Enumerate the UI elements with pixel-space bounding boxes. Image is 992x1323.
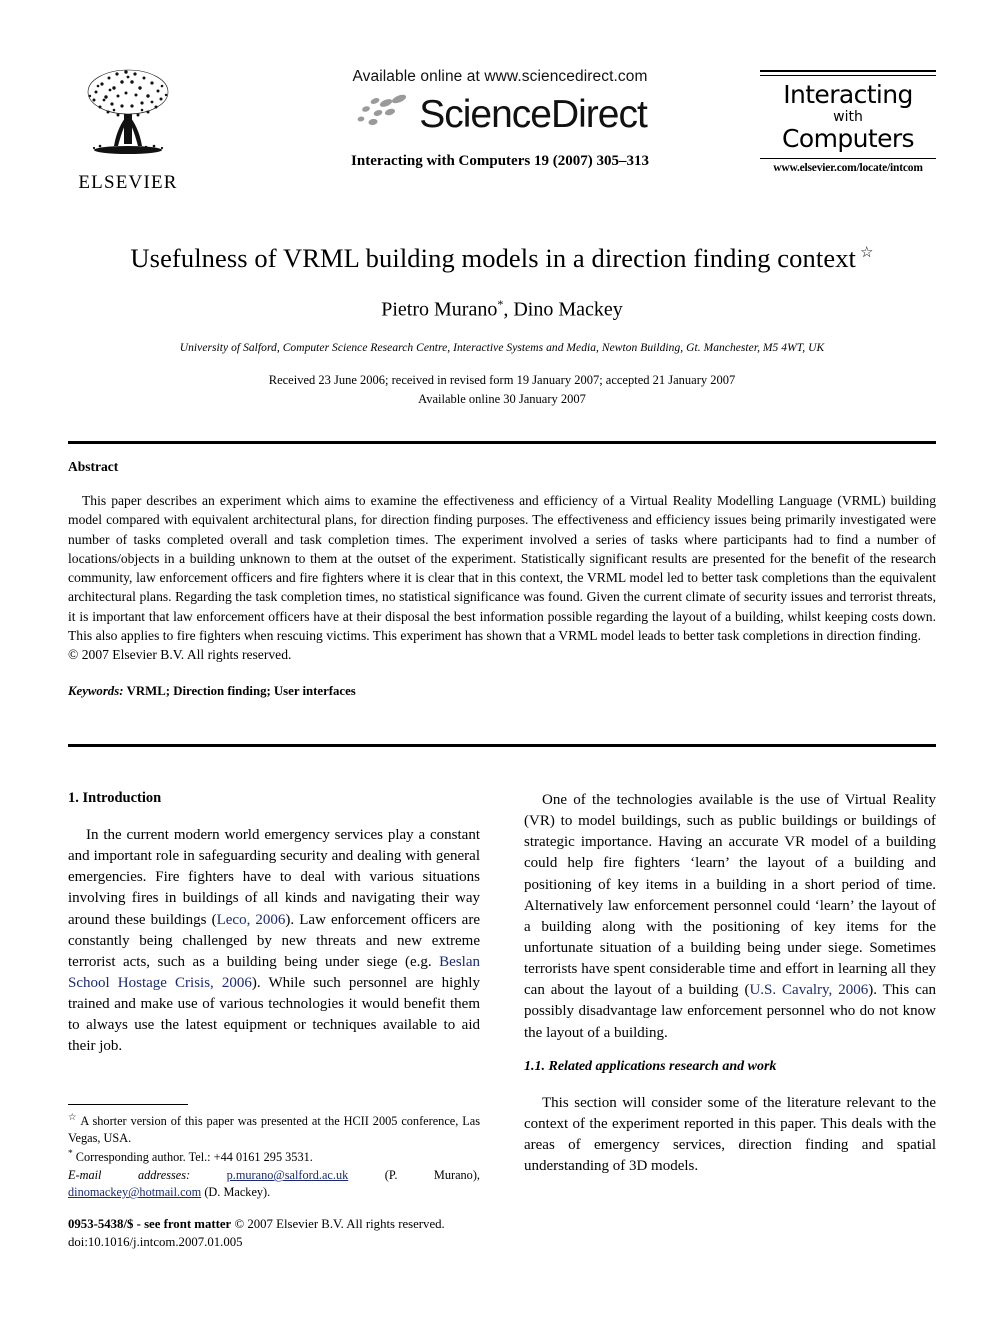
sciencedirect-swoosh-icon [353,92,415,137]
affiliation: University of Salford, Computer Science … [179,342,825,355]
footnote-area: ☆ A shorter version of this paper was pre… [68,1104,480,1202]
sciencedirect-block: Available online at www.sciencedirect.co… [290,68,710,170]
elsevier-logo: ELSEVIER [68,62,188,194]
masthead-line-1: Interacting [783,80,913,109]
footnote-star-marker: ☆ [68,1113,78,1123]
footnote-separator-rule [68,1104,188,1105]
abstract-heading: Abstract [68,459,119,474]
abstract-body: This paper describes an experiment which… [68,493,936,644]
sciencedirect-wordmark: ScienceDirect [419,93,648,136]
email-owner-1: (P. Murano), [384,1168,480,1183]
masthead-line-3: Computers [782,124,915,154]
keywords-values: VRML; Direction finding; User interfaces [126,683,356,698]
abstract-bottom-rule [68,744,936,747]
footnote-emails: E-mail addresses: p.murano@salford.ac.uk… [68,1167,480,1201]
available-online-line: Available online 30 January 2007 [418,391,586,406]
footnote-conference: ☆ A shorter version of this paper was pre… [68,1112,480,1147]
email-owner-2: (D. Mackey). [204,1185,271,1200]
keywords-label: Keywords: [68,683,124,698]
footnote-corresponding-author: * Corresponding author. Tel.: +44 0161 29… [68,1148,480,1166]
keywords: Keywords: VRML; Direction finding; User … [68,684,936,699]
journal-article-page: ELSEVIER Available online at www.science… [0,0,992,1323]
paper-title-text: Usefulness of VRML building models in a … [130,243,857,273]
masthead-top-rule [760,70,936,76]
masthead-bottom-rule [760,157,936,159]
journal-url: www.elsevier.com/locate/intcom [773,161,923,174]
abstract-section: Abstract This paper describes an experim… [68,459,936,699]
email-link-mackey[interactable]: dinomackey@hotmail.com [68,1185,201,1199]
author-name-1: Pietro Murano [381,298,498,321]
intro-paragraph: In the current modern world emergency se… [68,825,480,1058]
citation-link-us-cavalry[interactable]: U.S. Cavalry, 2006 [749,982,868,998]
article-history: Received 23 June 2006; received in revis… [68,371,936,407]
imprint-line-1: 0953-5438/$ - see front matter © 2007 El… [68,1215,498,1233]
journal-citation-line: Interacting with Computers 19 (2007) 305… [351,153,649,169]
title-footnote-marker: ☆ [860,245,874,262]
front-matter-text: 0953-5438/$ - see front matter [68,1217,232,1231]
abstract-copyright: © 2007 Elsevier B.V. All rights reserved… [68,647,292,663]
elsevier-tree-logo-icon [68,62,188,170]
doi-line: doi:10.1016/j.intcom.2007.01.005 [68,1235,243,1250]
title-block: Usefulness of VRML building models in a … [68,243,936,408]
footnote-corresponding-text: Corresponding author. Tel.: +44 0161 295… [75,1150,313,1165]
email-addresses-label: E-mail addresses: [68,1168,191,1183]
footnote-asterisk-marker: * [68,1149,73,1160]
column-left: 1. Introduction In the current modern wo… [68,790,480,1073]
imprint-copyright: © 2007 Elsevier B.V. All rights reserved… [234,1217,445,1231]
citation-link-leco[interactable]: Leco, 2006 [217,912,286,928]
column-right: One of the technologies available is the… [524,790,936,1192]
available-online-text: Available online at www.sciencedirect.co… [352,68,648,85]
article-header: ELSEVIER Available online at www.science… [68,62,936,207]
imprint-block: 0953-5438/$ - see front matter © 2007 El… [68,1215,498,1251]
author-list: Pietro Murano*, Dino Mackey [68,297,936,322]
journal-masthead: Interacting with Computers www.elsevier.… [760,70,936,174]
received-line: Received 23 June 2006; received in revis… [268,373,736,388]
footnote-conference-text: A shorter version of this paper was pres… [68,1114,480,1146]
right-paragraph-1: One of the technologies available is the… [524,790,936,1044]
email-link-murano[interactable]: p.murano@salford.ac.uk [227,1168,349,1182]
section-heading-introduction: 1. Introduction [68,790,162,806]
author-name-2: , Dino Mackey [503,298,623,321]
abstract-top-rule [68,441,936,444]
right-paragraph-2: This section will consider some of the l… [524,1094,936,1175]
elsevier-wordmark: ELSEVIER [78,172,178,193]
subsection-heading-related-work: 1.1. Related applications research and w… [524,1058,777,1074]
right-text-part-1: One of the technologies available is the… [524,792,936,999]
page-title: Usefulness of VRML building models in a … [68,243,936,275]
